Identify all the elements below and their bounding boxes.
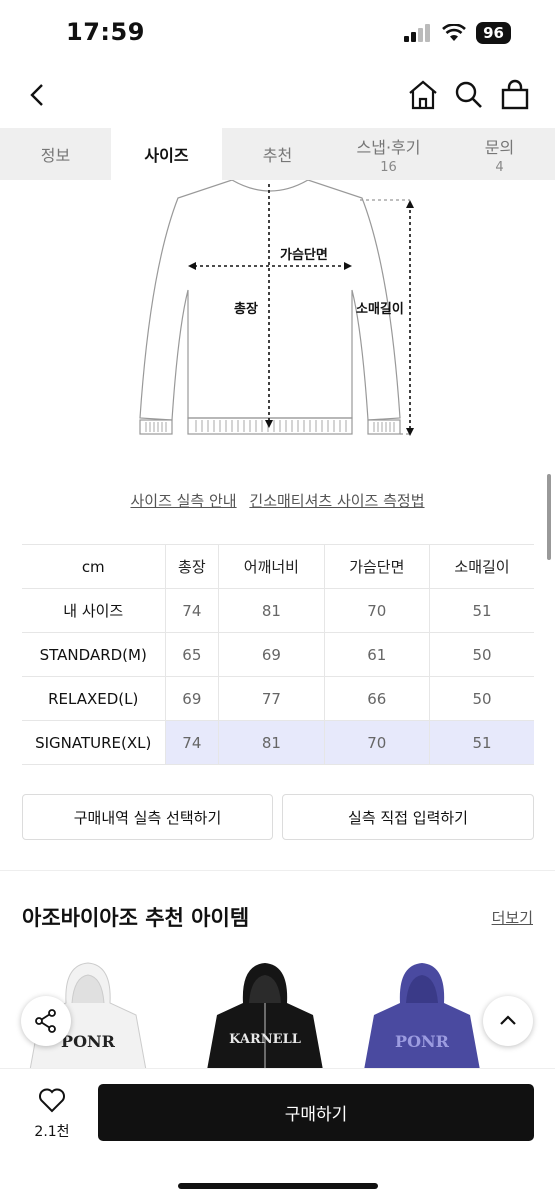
heart-icon: [39, 1088, 65, 1113]
table-cell: 74: [165, 720, 220, 765]
scrollbar[interactable]: [547, 474, 551, 560]
tab-size[interactable]: 사이즈: [111, 128, 222, 180]
share-icon: [35, 1009, 56, 1033]
tab-inquiry[interactable]: 문의 4: [444, 128, 555, 180]
size-guide-links: 사이즈 실측 안내 긴소매티셔츠 사이즈 측정법: [0, 490, 555, 511]
measure-guide-link[interactable]: 사이즈 실측 안내: [130, 492, 236, 510]
table-header: 가슴단면: [324, 544, 431, 589]
share-button[interactable]: [21, 996, 71, 1046]
recommend-title: 아조바이아조 추천 아이템: [22, 906, 250, 930]
home-indicator: [178, 1183, 378, 1189]
status-icons: 96: [404, 22, 511, 44]
row-label: 내 사이즈: [22, 588, 166, 633]
table-cell: 50: [429, 676, 534, 721]
direct-input-button[interactable]: 실측 직접 입력하기: [282, 794, 534, 840]
back-arrow-icon[interactable]: [22, 78, 56, 112]
table-cell: 77: [218, 676, 325, 721]
hoodie-image: PONR: [364, 963, 480, 1070]
table-cell: 69: [218, 632, 325, 677]
hoodie-print: PONR: [395, 1032, 450, 1051]
table-row: STANDARD(M) 65 69 61 50: [22, 632, 534, 677]
total-length-label: 총장: [234, 302, 258, 317]
chest-width-label: 가슴단면: [280, 248, 328, 263]
table-cell: 69: [165, 676, 220, 721]
table-row: 내 사이즈 74 81 70 51: [22, 588, 534, 633]
size-diagram: 가슴단면 총장 소매길이: [130, 179, 430, 442]
tab-label: 추천: [262, 146, 293, 165]
tab-label: 사이즈: [144, 146, 189, 165]
table-header: 소매길이: [429, 544, 534, 589]
table-row: RELAXED(L) 69 77 66 50: [22, 676, 534, 721]
scroll-top-button[interactable]: [483, 996, 533, 1046]
table-header: cm: [22, 544, 166, 589]
sleeve-length-label: 소매길이: [356, 302, 404, 317]
product-tabs: 정보 사이즈 추천 스냅·후기 16 문의 4: [0, 128, 555, 180]
tab-info[interactable]: 정보: [0, 128, 111, 180]
tab-reviews[interactable]: 스냅·후기 16: [333, 128, 444, 180]
table-cell: 51: [429, 720, 534, 765]
table-header: 총장: [165, 544, 220, 589]
shopping-bag-icon[interactable]: [498, 78, 532, 112]
table-header-row: cm 총장 어깨너비 가슴단면 소매길이: [22, 544, 534, 589]
row-label: STANDARD(M): [22, 632, 166, 677]
buy-button[interactable]: 구매하기: [98, 1084, 534, 1141]
table-row-selected: SIGNATURE(XL) 74 81 70 51: [22, 720, 534, 765]
section-divider: [0, 870, 555, 871]
wifi-icon: [442, 24, 467, 41]
row-label: RELAXED(L): [22, 676, 166, 721]
status-time: 17:59: [66, 18, 145, 46]
product-card[interactable]: PONR: [362, 955, 482, 1070]
like-button[interactable]: 2.1천: [30, 1087, 74, 1141]
table-cell: 51: [429, 588, 534, 633]
table-cell: 50: [429, 632, 534, 677]
more-link[interactable]: 더보기: [492, 907, 533, 928]
tab-recommend[interactable]: 추천: [222, 128, 333, 180]
table-header: 어깨너비: [218, 544, 325, 589]
tab-label: 문의: [484, 137, 515, 157]
table-cell: 61: [324, 632, 431, 677]
tab-label: 정보: [40, 146, 71, 165]
home-icon[interactable]: [406, 78, 440, 112]
select-purchase-history-button[interactable]: 구매내역 실측 선택하기: [22, 794, 273, 840]
table-cell: 74: [165, 588, 220, 633]
measure-method-link[interactable]: 긴소매티셔츠 사이즈 측정법: [249, 492, 424, 510]
table-cell: 70: [324, 588, 431, 633]
bottom-bar: 2.1천 구매하기: [0, 1068, 555, 1200]
table-cell: 65: [165, 632, 220, 677]
search-icon[interactable]: [452, 78, 486, 112]
battery-icon: 96: [476, 22, 511, 44]
hoodie-print: PONR: [61, 1032, 116, 1051]
tab-count: 16: [380, 159, 397, 175]
row-label: SIGNATURE(XL): [22, 720, 166, 765]
status-bar: 17:59 96: [0, 0, 555, 66]
hoodie-print: KARNELL: [229, 1032, 301, 1047]
signal-icon: [404, 24, 431, 42]
size-table: cm 총장 어깨너비 가슴단면 소매길이 내 사이즈 74 81 70 51 S…: [22, 544, 534, 765]
like-count: 2.1천: [34, 1124, 70, 1140]
hoodie-image: KARNELL: [207, 963, 323, 1070]
table-cell: 81: [218, 720, 325, 765]
table-cell: 70: [324, 720, 431, 765]
tab-label: 스냅·후기: [356, 137, 421, 157]
chevron-up-icon: [500, 1015, 516, 1025]
table-cell: 81: [218, 588, 325, 633]
product-card[interactable]: KARNELL: [205, 955, 325, 1070]
tab-count: 4: [495, 159, 504, 175]
nav-bar: [0, 66, 555, 128]
table-cell: 66: [324, 676, 431, 721]
